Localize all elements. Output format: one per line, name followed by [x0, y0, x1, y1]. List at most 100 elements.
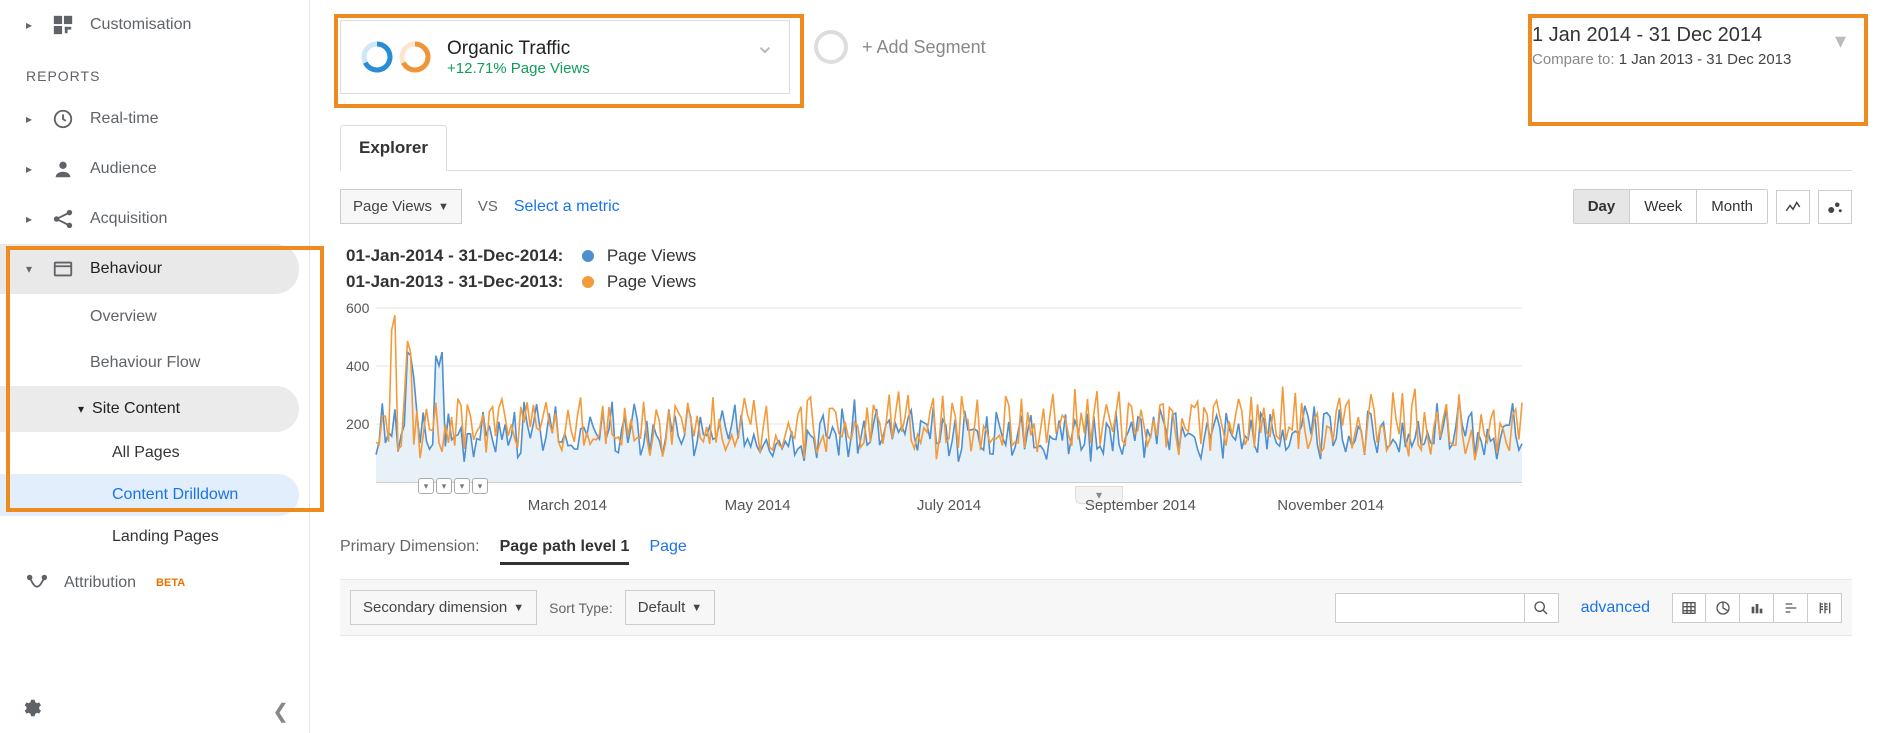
legend-row-1: 01-Jan-2014 - 31-Dec-2014: Page Views [340, 242, 1852, 268]
chevron-down-icon: ▼ [691, 602, 702, 614]
chevron-down-icon: ▼ [438, 201, 449, 213]
note-icon[interactable]: ▾ [436, 478, 452, 494]
sidebar-item-acquisition[interactable]: ▸ Acquisition [0, 194, 309, 244]
sort-type-value: Default [638, 599, 686, 616]
donut-orange-icon [397, 39, 433, 75]
share-icon [52, 208, 74, 230]
granularity-toggle: Day Week Month [1573, 189, 1768, 224]
sidebar-item-realtime[interactable]: ▸ Real-time [0, 94, 309, 144]
search-button[interactable] [1525, 593, 1559, 623]
secondary-controls-row: Secondary dimension ▼ Sort Type: Default… [340, 579, 1852, 636]
sidebar-label: Real-time [90, 110, 158, 128]
sidebar-label: Behaviour [90, 260, 162, 278]
date-range-picker[interactable]: 1 Jan 2014 - 31 Dec 2014 Compare to: 1 J… [1522, 20, 1852, 82]
granularity-day[interactable]: Day [1574, 190, 1631, 223]
gear-icon[interactable] [20, 697, 42, 725]
line-chart [346, 302, 1526, 492]
caret-down-icon: ▾ [26, 262, 36, 276]
add-segment-button[interactable]: + Add Segment [794, 20, 1006, 74]
view-table-icon[interactable] [1672, 593, 1706, 623]
legend-range-2: 01-Jan-2013 - 31-Dec-2013: [346, 272, 563, 291]
metric-label: Page Views [353, 198, 432, 215]
tab-explorer[interactable]: Explorer [340, 125, 447, 171]
main-content: Organic Traffic +12.71% Page Views ⌄ + A… [310, 0, 1882, 733]
beta-badge: BETA [156, 577, 185, 589]
reports-heading: REPORTS [0, 50, 309, 94]
metric-selector[interactable]: Page Views ▼ [340, 189, 462, 224]
legend-range-1: 01-Jan-2014 - 31-Dec-2014: [346, 246, 563, 265]
advanced-link[interactable]: advanced [1581, 599, 1650, 617]
chevron-down-icon[interactable]: ⌄ [755, 31, 775, 60]
caret-right-icon: ▸ [26, 18, 36, 32]
chevron-down-icon: ▼ [513, 602, 524, 614]
chevron-down-icon[interactable]: ▾ [1835, 28, 1846, 54]
select-metric-link[interactable]: Select a metric [514, 198, 620, 216]
caret-down-icon: ▾ [78, 402, 84, 416]
sidebar-label: Overview [90, 308, 157, 326]
annotation-markers[interactable]: ▾ ▾ ▾ ▾ [418, 478, 488, 494]
legend-metric-2: Page Views [607, 272, 696, 291]
clock-icon [52, 108, 74, 130]
sort-type-label: Sort Type: [549, 600, 613, 616]
dimension-page-path[interactable]: Page path level 1 [500, 538, 630, 565]
segment-title: Organic Traffic [447, 38, 590, 60]
dot-orange-icon [582, 276, 594, 288]
caret-right-icon: ▸ [26, 212, 36, 226]
note-icon[interactable]: ▾ [418, 478, 434, 494]
granularity-month[interactable]: Month [1697, 190, 1767, 223]
note-icon[interactable]: ▾ [472, 478, 488, 494]
date-range: 1 Jan 2014 - 31 Dec 2014 [1532, 24, 1812, 47]
sidebar-label: Behaviour Flow [90, 354, 200, 372]
view-mode-toggles [1672, 593, 1842, 623]
sidebar-item-attribution[interactable]: Attribution BETA [0, 558, 309, 608]
compare-range: 1 Jan 2013 - 31 Dec 2013 [1619, 51, 1792, 68]
granularity-week[interactable]: Week [1630, 190, 1697, 223]
sidebar-item-content-drilldown[interactable]: Content Drilldown [0, 474, 299, 516]
sidebar-item-customisation[interactable]: ▸ Customisation [0, 0, 309, 50]
sidebar-label: Audience [90, 160, 157, 178]
sidebar-label: Attribution [64, 574, 136, 592]
donut-blue-icon [359, 39, 395, 75]
motion-chart-icon[interactable] [1818, 190, 1852, 224]
sidebar-label: Customisation [90, 16, 191, 34]
primary-dimension-row: Primary Dimension: Page path level 1 Pag… [340, 538, 1852, 565]
vs-label: VS [478, 198, 498, 215]
donut-icons [359, 39, 433, 75]
person-icon [52, 158, 74, 180]
chart-area: ▾ ▾ ▾ ▾ ▾ 200400600March 2014May 2014Jul… [346, 302, 1852, 492]
secondary-dimension-label: Secondary dimension [363, 599, 507, 616]
sidebar-item-overview[interactable]: Overview [0, 294, 309, 340]
add-segment-label: + Add Segment [862, 37, 986, 58]
segment-change: +12.71% Page Views [447, 60, 590, 77]
sort-type-selector[interactable]: Default ▼ [625, 590, 715, 625]
table-search-input[interactable] [1335, 593, 1525, 623]
sidebar-item-landing-pages[interactable]: Landing Pages [0, 516, 309, 558]
attribution-icon [26, 572, 48, 594]
view-pivot-icon[interactable] [1808, 593, 1842, 623]
sidebar-item-audience[interactable]: ▸ Audience [0, 144, 309, 194]
sidebar-item-behaviour[interactable]: ▾ Behaviour [0, 244, 299, 294]
caret-right-icon: ▸ [26, 162, 36, 176]
compare-label: Compare to: [1532, 51, 1615, 68]
circle-icon [814, 30, 848, 64]
secondary-dimension-button[interactable]: Secondary dimension ▼ [350, 590, 537, 625]
note-icon[interactable]: ▾ [454, 478, 470, 494]
sidebar-item-behaviour-flow[interactable]: Behaviour Flow [0, 340, 309, 386]
collapse-sidebar-icon[interactable]: ❮ [272, 699, 289, 724]
sidebar-item-all-pages[interactable]: All Pages [0, 432, 309, 474]
primary-dimension-label: Primary Dimension: [340, 538, 480, 556]
segment-card-organic[interactable]: Organic Traffic +12.71% Page Views ⌄ [340, 20, 790, 94]
view-bar-icon[interactable] [1740, 593, 1774, 623]
behaviour-sublist: Overview Behaviour Flow ▾ Site Content A… [0, 294, 309, 558]
sidebar-item-site-content[interactable]: ▾ Site Content [0, 386, 299, 432]
dimension-page[interactable]: Page [649, 538, 686, 556]
line-chart-icon[interactable] [1776, 190, 1810, 224]
dashboard-icon [52, 14, 74, 36]
sidebar: ▸ Customisation REPORTS ▸ Real-time ▸ Au… [0, 0, 310, 733]
behaviour-icon [52, 258, 74, 280]
sidebar-label: Site Content [92, 400, 180, 418]
dot-blue-icon [582, 250, 594, 262]
caret-right-icon: ▸ [26, 112, 36, 126]
view-comparison-icon[interactable] [1774, 593, 1808, 623]
view-pie-icon[interactable] [1706, 593, 1740, 623]
